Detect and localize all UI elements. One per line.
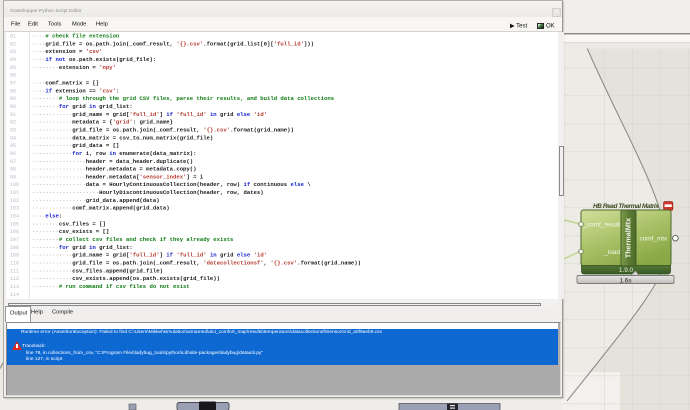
svg-text:comf_mtx: comf_mtx: [640, 235, 669, 242]
svg-text:1.9.0: 1.9.0: [619, 267, 634, 274]
svg-text:_load: _load: [603, 249, 620, 256]
svg-text:HB Read Thermal Matrix: HB Read Thermal Matrix: [593, 203, 659, 210]
svg-text:_comf_result: _comf_result: [582, 222, 620, 229]
svg-text:ThermalMtx: ThermalMtx: [624, 218, 633, 258]
svg-text:1.6s: 1.6s: [619, 277, 631, 284]
